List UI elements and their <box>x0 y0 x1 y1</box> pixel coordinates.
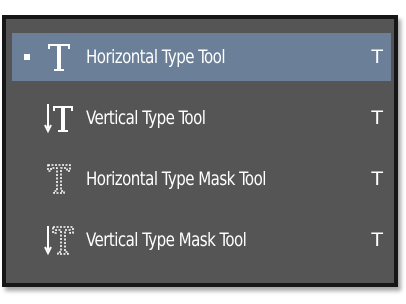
menu-item-vertical-type-tool[interactable]: Vertical Type Tool T <box>12 94 391 142</box>
menu-item-horizontal-type-tool[interactable]: Horizontal Type Tool T <box>12 33 391 81</box>
horizontal-type-mask-icon <box>44 161 74 197</box>
menu-item-label: Vertical Type Mask Tool <box>86 229 247 251</box>
type-tool-flyout-menu: Horizontal Type Tool T Vertical Type Too… <box>2 15 398 287</box>
shortcut-key: T <box>371 46 383 68</box>
menu-item-label: Horizontal Type Mask Tool <box>86 168 266 190</box>
menu-item-label: Horizontal Type Tool <box>86 46 226 68</box>
bullet-placeholder <box>24 176 30 182</box>
shortcut-key: T <box>371 107 383 129</box>
menu-item-label: Vertical Type Tool <box>86 107 206 129</box>
vertical-type-mask-icon <box>44 222 74 258</box>
vertical-type-icon <box>44 100 74 136</box>
menu-item-vertical-type-mask-tool[interactable]: Vertical Type Mask Tool T <box>12 216 391 264</box>
bullet-placeholder <box>24 237 30 243</box>
menu-item-horizontal-type-mask-tool[interactable]: Horizontal Type Mask Tool T <box>12 155 391 203</box>
shortcut-key: T <box>371 229 383 251</box>
bullet-placeholder <box>24 115 30 121</box>
horizontal-type-icon <box>44 39 74 75</box>
shortcut-key: T <box>371 168 383 190</box>
screenshot-frame: Horizontal Type Tool T Vertical Type Too… <box>0 0 406 304</box>
selected-bullet-icon <box>24 54 30 60</box>
